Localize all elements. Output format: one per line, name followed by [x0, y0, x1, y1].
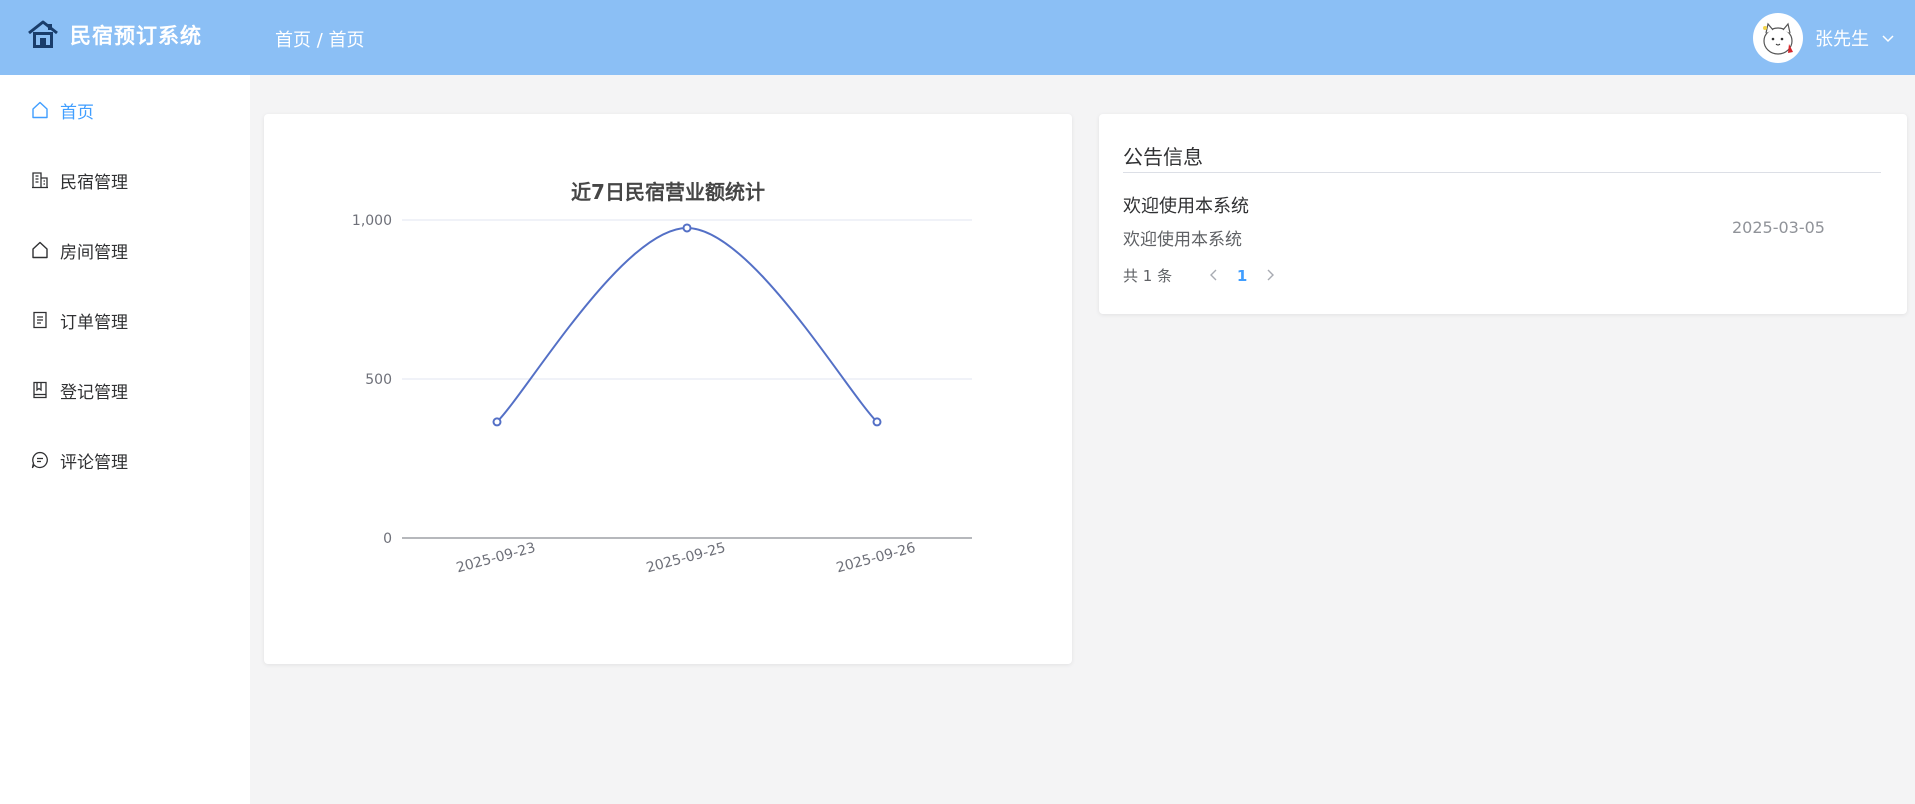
- y-tick-label: 0: [383, 531, 392, 547]
- revenue-chart-card: 近7日民宿营业额统计 0 500 1,000 2025-09-23 2025-09-25…: [264, 114, 1072, 664]
- notice-item-date: 2025-03-05: [1732, 218, 1825, 237]
- sidebar: 首页 民宿管理 房间管理 订单管理 登记管理 评论管理: [0, 75, 250, 804]
- breadcrumb[interactable]: 首页 / 首页: [275, 26, 365, 52]
- sidebar-item-label: 首页: [60, 102, 94, 123]
- username[interactable]: 张先生: [1815, 25, 1869, 51]
- chevron-left-icon: [1210, 269, 1217, 280]
- pagination-total: 共 1 条: [1123, 267, 1173, 285]
- x-tick-label: 2025-09-26: [835, 540, 918, 577]
- prev-page-button[interactable]: [1200, 267, 1228, 285]
- chevron-down-icon[interactable]: [1881, 31, 1895, 45]
- data-point: [872, 417, 882, 427]
- sidebar-item-label: 登记管理: [60, 382, 128, 403]
- notice-title: 公告信息: [1123, 145, 1203, 169]
- chart-title: 近7日民宿营业额统计: [571, 180, 765, 204]
- page-number-1[interactable]: 1: [1228, 267, 1256, 285]
- sidebar-item-comments[interactable]: 评论管理: [0, 435, 250, 485]
- book-icon: [33, 381, 47, 399]
- series-line: [496, 226, 878, 423]
- notice-item-title[interactable]: 欢迎使用本系统: [1123, 192, 1249, 218]
- app-logo[interactable]: 民宿预订系统: [26, 18, 202, 52]
- chat-icon: [31, 451, 48, 469]
- sidebar-item-label: 民宿管理: [60, 172, 128, 193]
- notice-card: 公告信息 欢迎使用本系统 欢迎使用本系统 2025-03-05 共 1 条 1: [1099, 114, 1907, 314]
- app-title: 民宿预订系统: [70, 24, 202, 48]
- data-point: [682, 223, 692, 233]
- notice-item-content: 欢迎使用本系统: [1123, 230, 1242, 250]
- sidebar-item-homestay[interactable]: 民宿管理: [0, 155, 250, 205]
- next-page-button[interactable]: [1256, 267, 1284, 285]
- sidebar-item-label: 订单管理: [60, 312, 128, 333]
- house-icon: [32, 241, 48, 259]
- avatar[interactable]: [1753, 13, 1803, 63]
- sidebar-item-home[interactable]: 首页: [0, 85, 250, 135]
- building-icon: [32, 172, 48, 189]
- sidebar-item-checkin[interactable]: 登记管理: [0, 365, 250, 415]
- user-menu[interactable]: 张先生: [1753, 13, 1895, 63]
- cat-avatar-icon: [1763, 22, 1793, 55]
- revenue-chart: 近7日民宿营业额统计 0 500 1,000 2025-09-23 2025-09-25…: [352, 180, 972, 577]
- sidebar-item-label: 房间管理: [60, 242, 128, 263]
- x-tick-label: 2025-09-25: [645, 540, 728, 577]
- data-point: [492, 417, 502, 427]
- document-icon: [33, 311, 47, 329]
- divider: [1123, 172, 1881, 173]
- sidebar-item-orders[interactable]: 订单管理: [0, 295, 250, 345]
- y-tick-label: 500: [365, 372, 392, 388]
- x-tick-label: 2025-09-23: [455, 540, 538, 577]
- chevron-right-icon: [1267, 269, 1275, 280]
- pagination: 共 1 条 1: [1123, 265, 1284, 286]
- top-header: 民宿预订系统 首页 / 首页 张先生: [0, 0, 1915, 75]
- home-icon: [32, 101, 48, 119]
- sidebar-item-rooms[interactable]: 房间管理: [0, 225, 250, 275]
- sidebar-item-label: 评论管理: [60, 452, 128, 473]
- house-logo-icon: [28, 20, 58, 48]
- y-tick-label: 1,000: [352, 213, 392, 229]
